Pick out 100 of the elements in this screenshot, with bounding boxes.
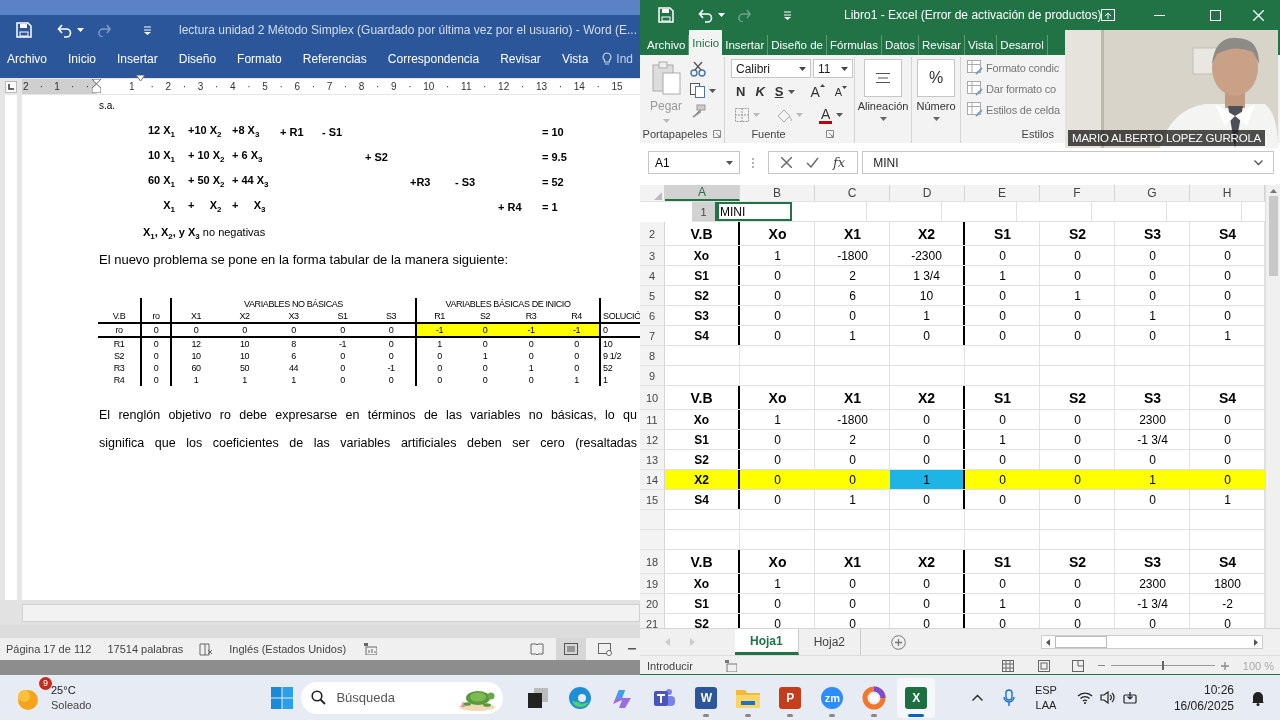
formula-field[interactable]: MINI [862, 151, 1274, 174]
launcher-icon[interactable] [713, 130, 722, 138]
underline-button[interactable]: S [769, 84, 789, 99]
macro-icon[interactable] [724, 659, 737, 672]
ribbon-tab[interactable]: Inicio [689, 30, 723, 55]
column-header[interactable]: B [740, 185, 815, 201]
row-header[interactable]: 10 [640, 386, 665, 409]
start-icon[interactable] [271, 686, 294, 709]
italic-button[interactable]: K [750, 84, 770, 99]
undo-icon[interactable] [57, 22, 73, 38]
undo-icon[interactable] [698, 7, 714, 23]
font-name-field[interactable]: Calibri [731, 59, 811, 78]
alignment-button[interactable]: Alineación [855, 57, 911, 122]
ribbon-display-icon[interactable] [1101, 9, 1116, 21]
row-header[interactable]: 15 [640, 490, 665, 509]
shrink-font-button[interactable]: A [829, 85, 853, 98]
column-header[interactable]: D [890, 185, 965, 201]
ribbon-tab[interactable]: Vista [554, 47, 596, 70]
ribbon-tab[interactable]: Insertar [110, 47, 165, 70]
caret-icon[interactable] [836, 113, 844, 117]
save-icon[interactable] [16, 22, 32, 38]
number-format-button[interactable]: % Número [912, 57, 960, 122]
tab-stop-icon[interactable] [5, 80, 17, 93]
microphone-icon[interactable] [1002, 688, 1015, 707]
check-icon[interactable] [806, 157, 819, 168]
scissors-icon[interactable] [690, 61, 707, 77]
scrollbar-thumb[interactable] [1269, 196, 1278, 276]
name-box[interactable]: A1 [648, 151, 740, 174]
ribbon-tab[interactable]: Archivo [0, 47, 54, 70]
redo-icon[interactable] [97, 23, 111, 37]
word-count[interactable]: 17514 palabras [107, 643, 184, 655]
caret-icon[interactable] [788, 89, 796, 94]
row-header[interactable]: 3 [640, 246, 665, 265]
row-header[interactable]: 8 [640, 346, 665, 365]
vertical-scrollbar[interactable] [1265, 185, 1280, 628]
print-layout-button[interactable] [556, 638, 586, 660]
row-header[interactable]: 13 [640, 450, 665, 469]
maximize-icon[interactable] [1210, 9, 1222, 21]
style-option[interactable]: Estilos de celda [986, 103, 1060, 116]
save-icon[interactable] [658, 7, 674, 23]
wifi-icon[interactable] [1076, 691, 1093, 704]
font-size-field[interactable]: 11 [813, 59, 853, 78]
page-break-icon[interactable] [1071, 659, 1084, 672]
style-option[interactable]: Dar formato co [986, 82, 1056, 95]
borders-icon[interactable] [735, 108, 749, 122]
ribbon-tab[interactable]: Revisar [493, 47, 548, 70]
caret-icon[interactable] [841, 66, 848, 71]
minimize-icon[interactable] [1154, 14, 1166, 16]
caret-icon[interactable] [879, 117, 887, 121]
row-header[interactable]: 20 [640, 594, 665, 613]
input-language-button[interactable]: ESP LAA [1028, 681, 1063, 714]
column-header[interactable]: C [815, 185, 890, 201]
launcher-icon[interactable] [825, 130, 834, 138]
tell-me-field[interactable]: Ind [616, 51, 634, 66]
ribbon-tab[interactable]: Referencias [295, 47, 374, 70]
cancel-icon[interactable] [781, 157, 792, 168]
column-header[interactable]: A [665, 185, 740, 201]
row-header[interactable]: 1 [692, 202, 717, 221]
add-sheet-icon[interactable] [891, 634, 907, 650]
caret-icon[interactable] [799, 66, 806, 71]
row-header[interactable]: 9 [640, 366, 665, 385]
macro-icon[interactable] [364, 643, 378, 655]
ribbon-tab[interactable]: Diseño [171, 47, 224, 70]
insert-function-button[interactable]: fx [833, 155, 846, 170]
ribbon-tab[interactable]: Inicio [61, 47, 104, 70]
indent-marker-icon[interactable] [92, 79, 101, 93]
column-header[interactable]: H [1190, 185, 1265, 201]
page-layout-icon[interactable] [1037, 659, 1050, 672]
taskbar-button[interactable]: X [897, 677, 936, 718]
proofing-icon[interactable] [199, 642, 214, 656]
clock[interactable]: 10:26 16/06/2025 [1167, 680, 1240, 715]
bell-icon[interactable] [1250, 689, 1266, 706]
customize-icon[interactable] [143, 25, 152, 35]
close-icon[interactable] [1253, 9, 1265, 21]
copy-icon[interactable] [690, 83, 706, 98]
sheet-tab[interactable]: Hoja1 [735, 629, 799, 655]
table-format-icon[interactable] [967, 81, 983, 96]
cell-styles-icon[interactable] [967, 102, 983, 117]
row-header[interactable]: 6 [640, 306, 665, 325]
caret-icon[interactable] [932, 117, 940, 121]
taskbar-button[interactable]: P [771, 677, 810, 718]
row-header[interactable]: 11 [640, 410, 665, 429]
caret-icon[interactable] [77, 28, 84, 32]
row-header[interactable]: 7 [640, 326, 665, 345]
volume-icon[interactable] [1099, 691, 1116, 704]
first-line-indent-icon[interactable] [136, 75, 145, 81]
row-header[interactable]: 14 [640, 470, 665, 489]
ribbon-tab[interactable]: Correspondencia [380, 47, 487, 70]
row-header[interactable]: 19 [640, 574, 665, 593]
column-header[interactable]: G [1115, 185, 1190, 201]
conditional-format-icon[interactable] [967, 60, 983, 75]
taskbar-button[interactable]: W [687, 677, 726, 718]
column-header[interactable]: F [1040, 185, 1115, 201]
bold-button[interactable]: N [731, 84, 751, 99]
caret-icon[interactable] [718, 13, 725, 17]
row-header[interactable]: 12 [640, 430, 665, 449]
font-color-button[interactable]: A [819, 106, 833, 124]
page-count[interactable]: Página 17 de 112 [6, 643, 92, 655]
zoom-in-icon[interactable] [1220, 661, 1229, 670]
column-header[interactable]: E [965, 185, 1040, 201]
